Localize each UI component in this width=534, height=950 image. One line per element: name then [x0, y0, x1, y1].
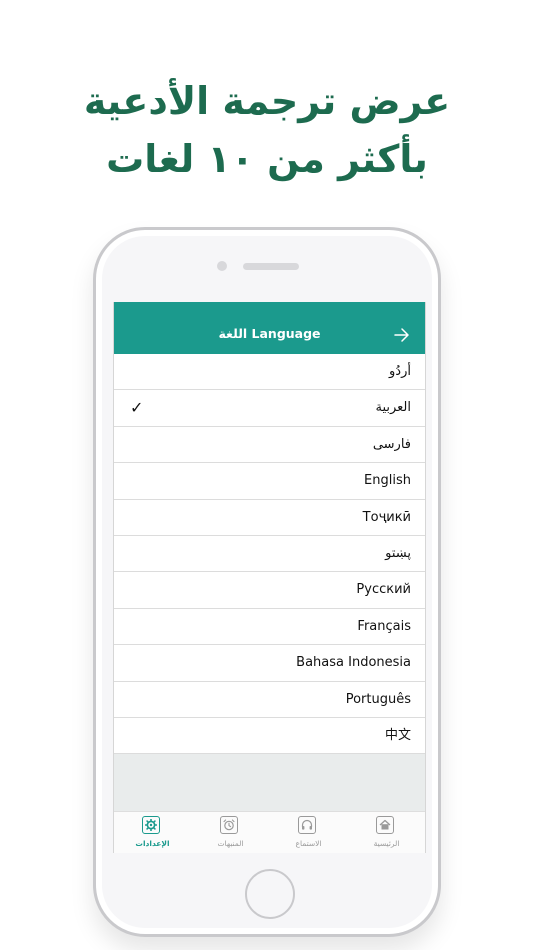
- language-row-tajik[interactable]: Тоҷикӣ: [114, 500, 425, 536]
- language-row-chinese[interactable]: 中文: [114, 718, 425, 755]
- language-label: پښتو: [385, 545, 411, 561]
- language-label: Português: [345, 691, 411, 707]
- headline-line-1: عرض ترجمة الأدعية: [83, 79, 451, 123]
- language-label: Тоҷикӣ: [362, 509, 411, 525]
- language-label: 中文: [384, 727, 411, 743]
- language-row-portuguese[interactable]: Português: [114, 682, 425, 718]
- language-row-persian[interactable]: فارسی: [114, 427, 425, 464]
- language-list: أردُو ✓ العربية فارسی English Тоҷикӣ پښت…: [114, 354, 425, 755]
- tab-alarms[interactable]: المنبهات: [192, 812, 269, 853]
- back-arrow-icon[interactable]: [393, 320, 411, 348]
- checkmark-icon: ✓: [130, 398, 144, 418]
- alarm-clock-icon: [220, 816, 238, 834]
- language-label: Français: [357, 618, 411, 634]
- language-row-russian[interactable]: Русский: [114, 572, 425, 609]
- language-row-pashto[interactable]: پښتو: [114, 536, 425, 573]
- headphones-icon: [298, 816, 316, 834]
- promo-headline: عرض ترجمة الأدعية بأكثر من ١٠ لغات: [0, 72, 534, 188]
- language-row-french[interactable]: Français: [114, 609, 425, 646]
- gear-icon: [142, 816, 160, 834]
- language-row-indonesian[interactable]: Bahasa Indonesia: [114, 645, 425, 682]
- tab-label: الإعدادات: [135, 839, 170, 848]
- tab-label: الاستماع: [295, 839, 322, 848]
- language-label: العربية: [375, 400, 411, 416]
- tab-bar: الإعدادات المنبهات الاستماع الرئيسية: [114, 811, 425, 853]
- app-screen: اللغة Language أردُو ✓ العربية فارسی Eng…: [113, 302, 426, 853]
- language-label: فارسی: [372, 436, 411, 452]
- language-label: Bahasa Indonesia: [296, 655, 411, 671]
- phone-camera: [217, 261, 227, 271]
- tab-label: المنبهات: [217, 839, 244, 848]
- page-title: اللغة Language: [218, 326, 321, 341]
- tab-label: الرئيسية: [373, 839, 400, 848]
- language-row-arabic[interactable]: ✓ العربية: [114, 390, 425, 427]
- language-label: Русский: [356, 582, 411, 598]
- phone-speaker: [243, 263, 299, 270]
- navigation-bar: اللغة Language: [114, 302, 425, 354]
- language-row-urdu[interactable]: أردُو: [114, 354, 425, 391]
- tab-listening[interactable]: الاستماع: [270, 812, 347, 853]
- language-label: أردُو: [389, 364, 411, 379]
- tab-settings[interactable]: الإعدادات: [114, 812, 191, 853]
- home-icon: [376, 816, 394, 834]
- phone-home-button: [245, 869, 295, 919]
- language-row-english[interactable]: English: [114, 463, 425, 500]
- tab-home[interactable]: الرئيسية: [348, 812, 425, 853]
- language-label: English: [364, 473, 411, 489]
- headline-line-2: بأكثر من ١٠ لغات: [106, 137, 428, 181]
